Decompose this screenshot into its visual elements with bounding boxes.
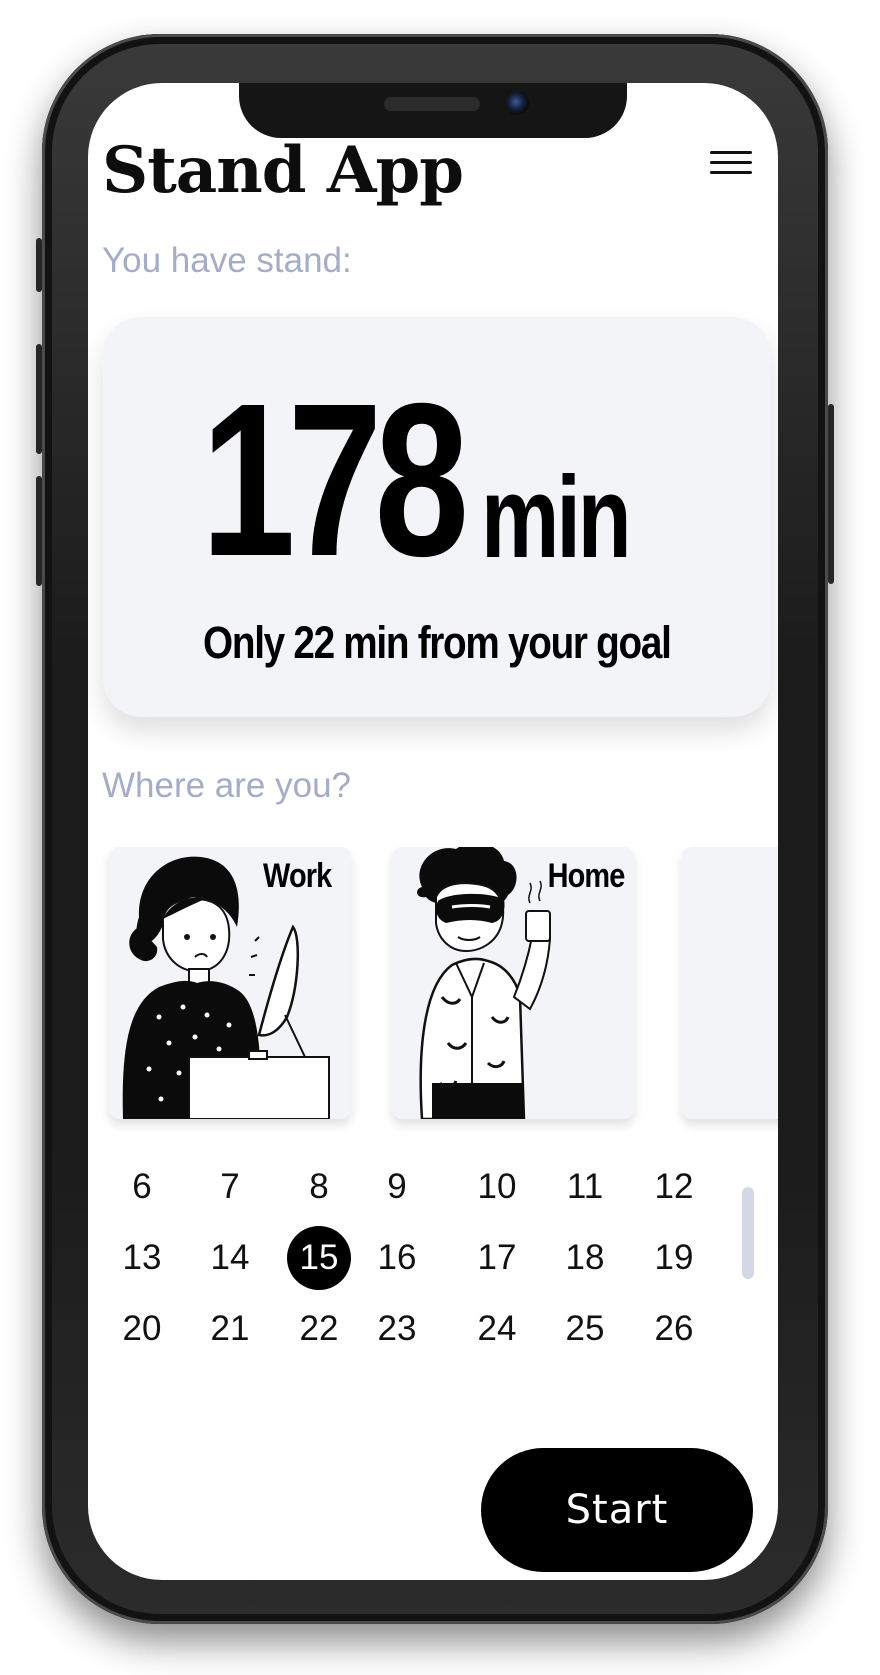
calendar-day[interactable]: 8 [287, 1155, 351, 1219]
location-card-home[interactable]: Home [392, 847, 634, 1119]
calendar-day[interactable]: 21 [198, 1297, 262, 1361]
calendar-scrollbar[interactable] [742, 1187, 754, 1279]
goal-remaining-label: Only 22 min from your goal [203, 617, 672, 668]
location-card-more[interactable] [682, 847, 778, 1119]
app-title: Stand App [102, 133, 464, 208]
calendar-day[interactable]: 12 [642, 1155, 706, 1219]
location-section-label: Where are you? [102, 766, 352, 805]
calendar-day[interactable]: 25 [553, 1297, 617, 1361]
calendar-grid: 6 7 8 9 10 11 12 13 14 15 16 17 18 19 20 21 22 23 24 25 26 [88, 1155, 778, 1385]
calendar-day[interactable]: 11 [553, 1155, 617, 1219]
device-mockup: Stand App You have stand: 178 min Only 2… [0, 0, 880, 1675]
calendar-day[interactable]: 14 [198, 1226, 262, 1290]
calendar-day[interactable]: 26 [642, 1297, 706, 1361]
calendar-day[interactable]: 22 [287, 1297, 351, 1361]
calendar-day[interactable]: 17 [465, 1226, 529, 1290]
location-label-work: Work [262, 857, 332, 895]
calendar-day[interactable]: 10 [465, 1155, 529, 1219]
power-button [828, 404, 834, 584]
calendar-day[interactable]: 20 [110, 1297, 174, 1361]
hamburger-icon-line [710, 171, 752, 174]
calendar-day[interactable]: 19 [642, 1226, 706, 1290]
start-button[interactable]: Start [481, 1448, 753, 1572]
calendar-day[interactable]: 7 [198, 1155, 262, 1219]
mute-switch [36, 238, 42, 292]
notch [239, 83, 627, 138]
stand-minutes-unit: min [481, 452, 632, 582]
volume-up-button [36, 344, 42, 454]
stand-summary-card: 178 min Only 22 min from your goal [103, 317, 771, 717]
calendar-day[interactable]: 23 [365, 1297, 429, 1361]
calendar-day[interactable]: 18 [553, 1226, 617, 1290]
hamburger-icon-line [710, 151, 752, 154]
calendar-day[interactable]: 6 [110, 1155, 174, 1219]
location-label-home: Home [547, 857, 625, 895]
goal-remaining-text: Only 22 min from your goal [103, 617, 771, 669]
menu-button[interactable] [708, 147, 754, 179]
hamburger-icon-line [710, 161, 752, 164]
volume-down-button [36, 476, 42, 586]
stand-minutes-value: 178 [201, 359, 469, 602]
speaker-grille [384, 97, 480, 111]
front-camera [505, 91, 529, 115]
app-screen: Stand App You have stand: 178 min Only 2… [88, 83, 778, 1580]
location-card-work[interactable]: Work [109, 847, 351, 1119]
calendar-day-selected[interactable]: 15 [287, 1226, 351, 1290]
calendar-day[interactable]: 13 [110, 1226, 174, 1290]
calendar-day[interactable]: 24 [465, 1297, 529, 1361]
stand-summary-label: You have stand: [102, 241, 352, 280]
calendar-day[interactable]: 16 [365, 1226, 429, 1290]
calendar-day[interactable]: 9 [365, 1155, 429, 1219]
